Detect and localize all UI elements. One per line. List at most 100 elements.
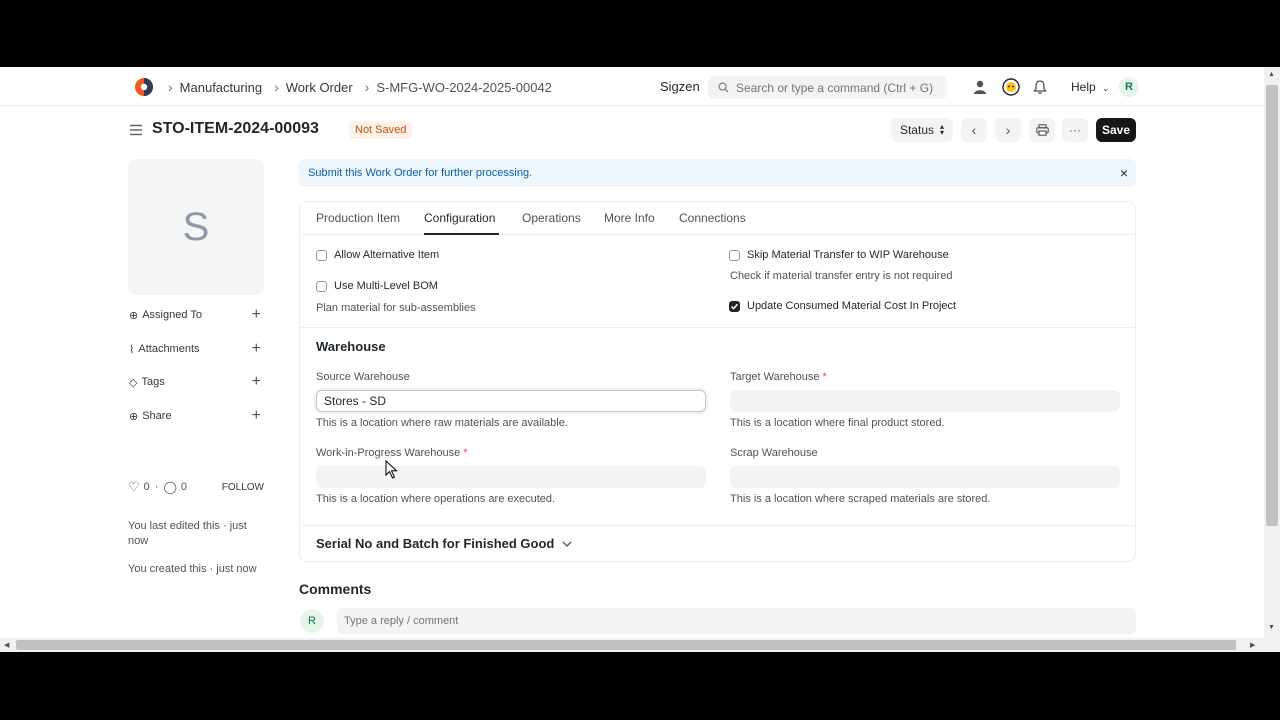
add-assignment-icon[interactable]: + <box>252 306 261 324</box>
vertical-scroll-thumb[interactable] <box>1266 85 1278 526</box>
scroll-left-icon[interactable]: ◀ <box>4 641 9 649</box>
add-attachment-icon[interactable]: + <box>252 340 261 358</box>
target-warehouse-label-text: Target Warehouse <box>730 371 820 383</box>
add-share-icon[interactable]: + <box>252 407 261 425</box>
update-cost-label: Update Consumed Material Cost In Project <box>747 300 957 312</box>
close-icon[interactable]: × <box>1120 165 1128 181</box>
sidebar-share[interactable]: ⊕ Share + <box>129 407 261 425</box>
print-button[interactable] <box>1029 118 1055 142</box>
chevron-down-icon <box>562 541 572 547</box>
sidebar-item-label: Assigned To <box>142 309 202 321</box>
source-warehouse-label: Source Warehouse <box>316 371 410 383</box>
allow-alternative-checkbox[interactable] <box>316 250 327 261</box>
doc-image-placeholder[interactable]: S <box>128 159 264 295</box>
assign-icon: ⊕ <box>129 309 139 322</box>
search-bar[interactable] <box>708 76 947 99</box>
help-label: Help <box>1071 80 1096 94</box>
sidebar-attachments[interactable]: ⌇ Attachments + <box>129 340 261 358</box>
multi-level-bom-label: Use Multi-Level BOM <box>334 280 438 292</box>
warehouse-section-title: Warehouse <box>316 339 386 354</box>
target-warehouse-help: This is a location where final product s… <box>730 417 945 429</box>
tab-production-item[interactable]: Production Item <box>316 211 400 225</box>
letterbox-top <box>0 0 1280 67</box>
heart-icon[interactable]: ♡ <box>128 479 140 495</box>
skip-transfer-label: Skip Material Transfer to WIP Warehouse <box>747 249 949 261</box>
serial-batch-section-toggle[interactable]: Serial No and Batch for Finished Good <box>316 536 572 551</box>
paperclip-icon: ⌇ <box>129 343 135 356</box>
scroll-right-icon[interactable]: ▶ <box>1250 641 1255 649</box>
multi-level-bom-help: Plan material for sub-assemblies <box>316 302 476 314</box>
scroll-up-icon[interactable]: ▲ <box>1268 71 1275 78</box>
tab-connections[interactable]: Connections <box>679 211 746 225</box>
sidebar-item-label: Attachments <box>138 343 200 355</box>
sidebar-stats: ♡ 0 · ◯ 0 FOLLOW <box>128 479 264 495</box>
created-text: You created this · just now <box>128 563 257 575</box>
next-doc-button[interactable]: › <box>995 118 1021 142</box>
select-arrows-icon: ▴ ▾ <box>940 122 945 137</box>
source-warehouse-input[interactable] <box>316 390 706 412</box>
mouse-cursor-icon <box>385 460 398 479</box>
source-warehouse-help: This is a location where raw materials a… <box>316 417 568 429</box>
letterbox-bottom <box>0 652 1280 720</box>
breadcrumb-manufacturing[interactable]: Manufacturing <box>180 80 262 95</box>
update-cost-checkbox[interactable] <box>729 301 740 312</box>
previous-doc-button[interactable]: ‹ <box>961 118 987 142</box>
comments-title: Comments <box>299 581 372 597</box>
page-title: STO-ITEM-2024-00093 <box>152 120 319 137</box>
more-actions-button[interactable]: ··· <box>1062 118 1088 142</box>
bell-icon[interactable] <box>1032 79 1048 95</box>
target-warehouse-label: Target Warehouse * <box>730 371 827 383</box>
follow-button[interactable]: FOLLOW <box>222 482 264 493</box>
user-icon[interactable] <box>972 79 988 95</box>
skip-transfer-checkbox[interactable] <box>729 250 740 261</box>
status-button[interactable]: Status ▴ ▾ <box>891 118 953 142</box>
navbar: › Manufacturing › Work Order › S-MFG-WO-… <box>0 67 1264 106</box>
sidebar-item-label: Share <box>142 410 172 422</box>
active-tab-indicator <box>424 233 499 235</box>
printer-icon <box>1035 124 1049 136</box>
share-icon: ⊕ <box>129 410 139 423</box>
ellipsis-icon: ··· <box>1069 123 1081 137</box>
user-avatar[interactable]: R <box>1119 77 1139 97</box>
breadcrumb: › Manufacturing › Work Order › S-MFG-WO-… <box>168 79 564 95</box>
comment-icon[interactable]: ◯ <box>163 480 176 494</box>
form-card: Production Item Configuration Operations… <box>299 201 1136 562</box>
dot-separator: · <box>154 481 159 493</box>
tab-more-info[interactable]: More Info <box>604 211 655 225</box>
section-divider <box>300 327 1135 328</box>
sidebar-tags[interactable]: ◇ Tags + <box>129 373 261 391</box>
comment-count: 0 <box>180 481 188 493</box>
comment-input[interactable] <box>337 608 1136 634</box>
help-menu[interactable]: Help ⌄ <box>1071 80 1110 94</box>
required-mark: * <box>822 371 827 383</box>
tab-operations[interactable]: Operations <box>522 211 581 225</box>
save-button[interactable]: Save <box>1096 118 1136 142</box>
chevron-right-icon: › <box>364 79 370 95</box>
sidebar-toggle-icon[interactable] <box>129 124 143 136</box>
target-warehouse-input[interactable] <box>730 390 1120 412</box>
allow-alternative-label: Allow Alternative Item <box>334 249 440 261</box>
wip-warehouse-input[interactable] <box>316 466 706 488</box>
status-badge: Not Saved <box>349 121 413 139</box>
breadcrumb-work-order[interactable]: Work Order <box>286 80 353 95</box>
search-icon <box>718 82 729 93</box>
tab-configuration[interactable]: Configuration <box>424 211 495 225</box>
scrap-warehouse-input[interactable] <box>730 466 1120 488</box>
scrap-warehouse-help: This is a location where scraped materia… <box>730 493 991 505</box>
sidebar-assigned-to[interactable]: ⊕ Assigned To + <box>129 306 261 324</box>
app-logo-icon[interactable] <box>134 77 154 97</box>
avatar: R <box>300 609 324 633</box>
status-button-label: Status <box>899 123 934 137</box>
scroll-down-icon[interactable]: ▼ <box>1268 624 1275 631</box>
chat-icon[interactable] <box>1002 78 1020 96</box>
add-tag-icon[interactable]: + <box>252 373 261 391</box>
section-divider <box>300 525 1135 526</box>
search-input[interactable] <box>736 80 936 95</box>
multi-level-bom-checkbox[interactable] <box>316 281 327 292</box>
horizontal-scroll-thumb[interactable] <box>16 640 1236 650</box>
skip-transfer-help: Check if material transfer entry is not … <box>730 270 953 282</box>
chevron-left-icon: ‹ <box>971 122 977 138</box>
wip-warehouse-label: Work-in-Progress Warehouse * <box>316 447 468 459</box>
alert-message: Submit this Work Order for further proce… <box>308 167 533 179</box>
breadcrumb-current-doc[interactable]: S-MFG-WO-2024-2025-00042 <box>376 80 552 95</box>
